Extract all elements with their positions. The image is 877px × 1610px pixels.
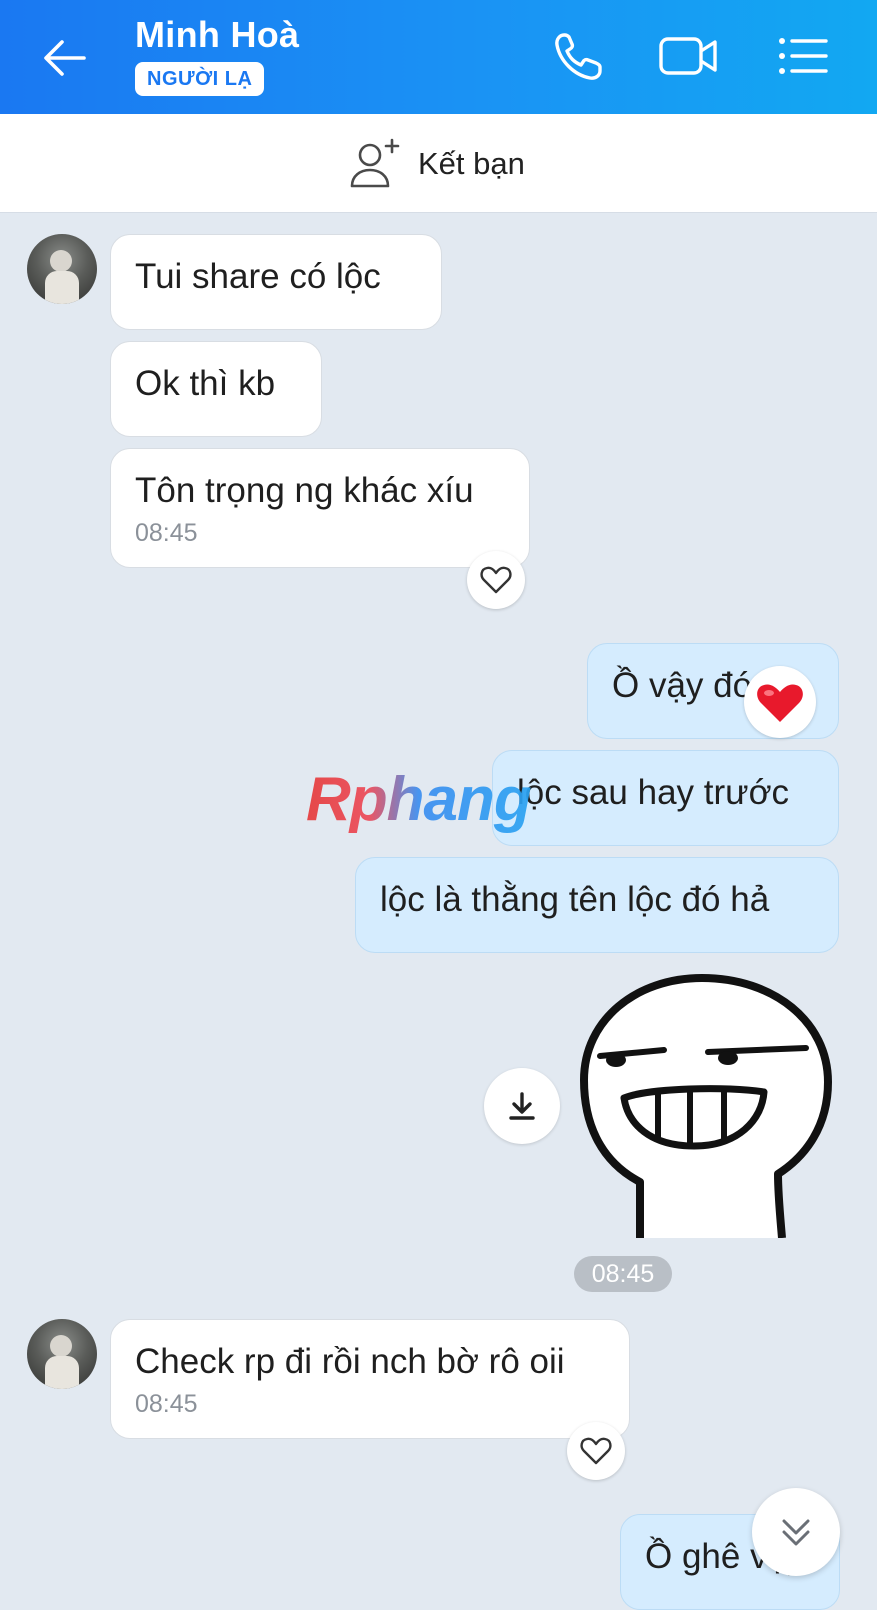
chat-options-button[interactable] — [772, 27, 836, 87]
contact-avatar[interactable] — [27, 234, 97, 304]
list-menu-icon — [779, 38, 828, 74]
contact-avatar[interactable] — [27, 1319, 97, 1389]
voice-call-button[interactable] — [548, 27, 612, 87]
message-text: Tôn trọng ng khác xíu — [135, 471, 474, 510]
incoming-message[interactable]: Check rp đi rồi nch bờ rô oii 08:45 — [110, 1319, 630, 1439]
incoming-message[interactable]: Tui share có lộc — [110, 234, 442, 330]
download-sticker-button[interactable] — [484, 1068, 560, 1144]
add-person-icon — [350, 138, 400, 188]
message-text: Ok thì kb — [135, 364, 276, 403]
incoming-message[interactable]: Tôn trọng ng khác xíu 08:45 — [110, 448, 530, 568]
video-camera-icon — [659, 37, 717, 75]
add-friend-label: Kết bạn — [418, 146, 525, 181]
heart-outline-icon — [480, 566, 512, 594]
arrow-left-icon — [44, 40, 86, 76]
message-text: Check rp đi rồi nch bờ rô oii — [135, 1342, 565, 1381]
chat-header: Minh Hoà NGƯỜI LẠ — [0, 0, 877, 114]
grinning-face-sticker[interactable] — [578, 970, 836, 1238]
double-chevron-down-icon — [782, 1519, 810, 1546]
stranger-badge: NGƯỜI LẠ — [135, 62, 265, 96]
incoming-message[interactable]: Ok thì kb — [110, 341, 322, 437]
message-time: 08:45 — [135, 1390, 198, 1418]
add-friend-button[interactable]: Kết bạn — [348, 134, 525, 194]
video-call-button[interactable] — [656, 27, 720, 87]
contact-name[interactable]: Minh Hoà — [135, 14, 299, 56]
add-friend-bar: Kết bạn — [0, 114, 877, 213]
message-time: 08:45 — [135, 519, 198, 547]
message-text: Tui share có lộc — [135, 257, 381, 296]
back-button[interactable] — [38, 30, 94, 86]
red-heart-icon — [757, 684, 803, 722]
react-button[interactable] — [467, 551, 525, 609]
phone-icon — [555, 33, 602, 80]
outgoing-message[interactable]: lộc sau hay trước — [492, 750, 839, 846]
message-reaction[interactable] — [744, 666, 816, 738]
message-text: lộc sau hay trước — [517, 773, 790, 812]
heart-outline-icon — [580, 1437, 612, 1465]
react-button[interactable] — [567, 1422, 625, 1480]
download-icon — [509, 1092, 535, 1120]
time-divider: 08:45 — [574, 1256, 672, 1292]
message-text: lộc là thằng tên lộc đó hả — [380, 880, 770, 919]
scroll-to-bottom-button[interactable] — [752, 1488, 840, 1576]
outgoing-message[interactable]: lộc là thằng tên lộc đó hả — [355, 857, 839, 953]
